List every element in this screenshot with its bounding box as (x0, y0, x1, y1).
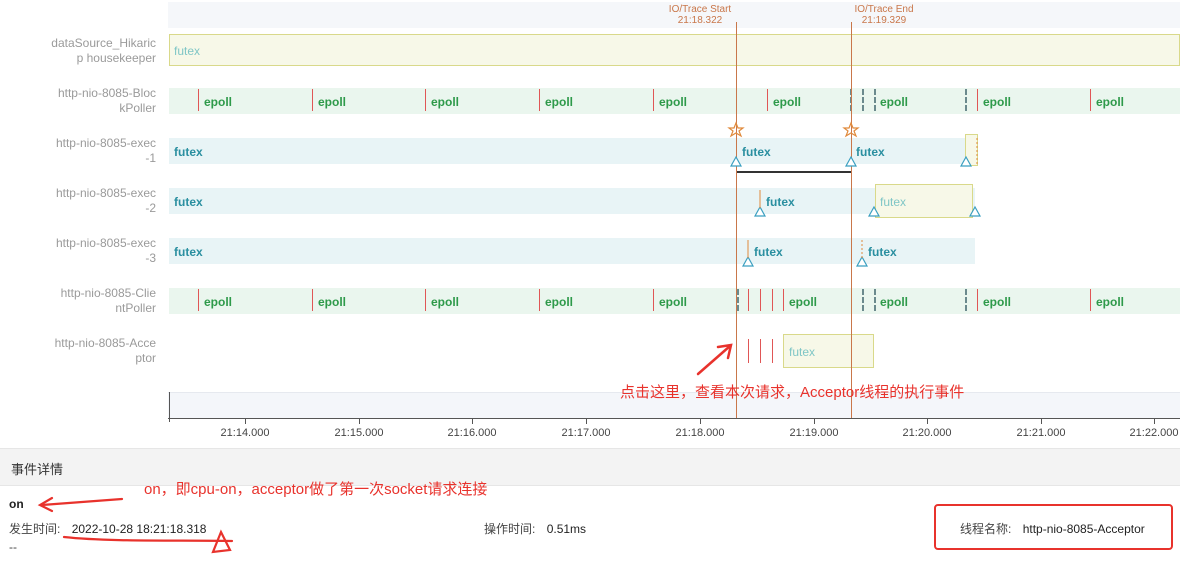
thread-name-label: 线程名称: (960, 522, 1012, 536)
extra-value: -- (9, 540, 17, 554)
star-icon (727, 121, 860, 138)
marker-overlay (696, 121, 982, 376)
axis-tick (245, 418, 246, 424)
axis-tick-label: 21:15.000 (334, 427, 384, 439)
axis-tick-label: 21:19.000 (789, 427, 839, 439)
axis-tick-label: 21:17.000 (561, 427, 611, 439)
triangle-icon (729, 155, 982, 267)
axis-tick (927, 418, 928, 424)
event-details-title: 事件详情 (11, 462, 64, 477)
occur-time-label: 发生时间: (9, 522, 61, 536)
axis-tick-label: 21:14.000 (220, 427, 270, 439)
thread-name-row: 线程名称: http-nio-8085-Acceptor (960, 520, 1145, 537)
axis-tick-label: 21:18.000 (675, 427, 725, 439)
axis-tick (586, 418, 587, 424)
arrow-icon (696, 343, 733, 376)
duration-label: 操作时间: (484, 522, 536, 536)
axis-tick (472, 418, 473, 424)
occur-time-row: 发生时间: 2022-10-28 18:21:18.318 (9, 520, 206, 537)
duration-value: 0.51ms (546, 522, 587, 536)
thread-name-value: http-nio-8085-Acceptor (1022, 522, 1145, 536)
axis-tick (700, 418, 701, 424)
occur-time-value: 2022-10-28 18:21:18.318 (71, 522, 207, 536)
axis-tick (359, 418, 360, 424)
duration-row: 操作时间: 0.51ms (484, 520, 586, 537)
small-orange-ticks (747, 138, 978, 258)
axis-tick (1154, 418, 1155, 424)
axis-tick-label: 21:16.000 (447, 427, 497, 439)
timeline-panel: dataSource_Hikaric p housekeeper http-ni… (0, 0, 1180, 446)
axis-tick (814, 418, 815, 424)
axis-tick-label: 21:22.000 (1129, 427, 1179, 439)
click-hint-annotation: 点击这里，查看本次请求，Acceptor线程的执行事件 (620, 384, 965, 401)
axis-tick (1041, 418, 1042, 424)
axis-tick-label: 21:20.000 (902, 427, 952, 439)
axis-tick-label: 21:21.000 (1016, 427, 1066, 439)
